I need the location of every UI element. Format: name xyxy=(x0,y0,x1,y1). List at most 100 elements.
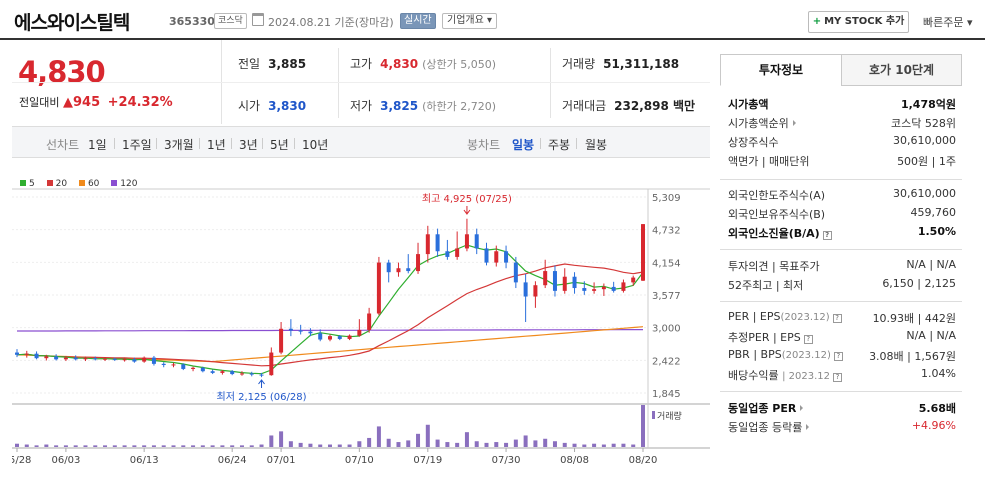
divider xyxy=(12,82,710,83)
volume-bar xyxy=(406,440,411,447)
candle-body xyxy=(552,271,557,291)
candle-body xyxy=(601,286,606,290)
candle-body xyxy=(435,234,440,252)
candle-body xyxy=(73,357,78,360)
legend-item: 120 xyxy=(111,179,137,189)
info-row-listed-shares: 상장주식수 30,610,000 xyxy=(728,134,956,152)
upper-limit: (상한가 5,050) xyxy=(422,58,496,71)
candle-monthly[interactable]: 월봉 xyxy=(585,136,607,153)
divider xyxy=(720,391,962,392)
open-value: 3,830 xyxy=(268,99,307,113)
candle-body xyxy=(464,234,469,249)
info-key-text: 추정PER | EPS xyxy=(728,331,801,344)
candle-body xyxy=(396,268,401,273)
divider xyxy=(720,301,962,302)
divider xyxy=(199,138,200,149)
period-10y[interactable]: 10년 xyxy=(302,136,328,153)
help-icon[interactable]: ? xyxy=(833,352,843,361)
volume-bar xyxy=(611,443,616,447)
y-tick-label: 3,577 xyxy=(652,291,681,302)
candle-daily[interactable]: 일봉 xyxy=(512,136,534,153)
info-key[interactable]: 시가총액순위 xyxy=(728,115,796,131)
x-tick-label: 07/19 xyxy=(413,455,442,466)
info-note: (2023.12) xyxy=(781,350,831,361)
info-key[interactable]: 동일업종 등락률 xyxy=(728,419,810,435)
volume-bar xyxy=(191,445,196,447)
stock-name: 에스와이스틸텍 xyxy=(14,12,130,34)
volume-bar xyxy=(543,438,548,447)
period-1w[interactable]: 1주일 xyxy=(122,136,152,153)
info-value: 1.04% xyxy=(921,367,956,380)
company-overview-button[interactable]: 기업개요 ▾ xyxy=(442,13,497,29)
candle-body xyxy=(631,277,636,283)
info-value: 6,150 | 2,125 xyxy=(882,277,956,290)
volume-bar xyxy=(279,431,284,447)
info-row-industry-change: 동일업종 등락률 +4.96% xyxy=(728,419,956,437)
volume-bar xyxy=(44,444,49,447)
period-5y[interactable]: 5년 xyxy=(270,136,289,153)
volume-label: 거래량 xyxy=(657,410,682,422)
candle-chart-label: 봉차트 xyxy=(467,138,501,152)
info-key: 52주최고 | 최저 xyxy=(728,279,804,292)
info-key-text: PBR | BPS xyxy=(728,348,782,361)
info-row-market-cap: 시가총액 1,478억원 xyxy=(728,96,956,114)
candle-body xyxy=(269,352,274,376)
period-1y[interactable]: 1년 xyxy=(207,136,226,153)
volume-bar xyxy=(523,435,528,447)
volume-bar xyxy=(552,441,557,447)
candle-body xyxy=(103,358,108,360)
info-row-est-per: 추정PER | EPS? N/A | N/A xyxy=(728,329,956,347)
y-tick-label: 4,732 xyxy=(652,226,681,237)
volume-bar xyxy=(357,441,362,447)
low-label: 저가 xyxy=(350,99,373,113)
legend-swatch xyxy=(46,180,53,186)
low: 저가 3,825 (하한가 2,720) xyxy=(350,97,496,114)
candle-body xyxy=(484,248,489,263)
help-icon[interactable]: ? xyxy=(822,231,832,240)
candle-body xyxy=(543,271,548,286)
open: 시가 3,830 xyxy=(238,97,306,114)
price-chart-svg[interactable]: 5,309 4,732 4,154 3,577 3,000 2,422 1,845 거래량 05… xyxy=(12,160,710,477)
my-stock-add-button[interactable]: + MY STOCK 추가 xyxy=(808,11,909,33)
volume-bar xyxy=(171,445,176,447)
info-key[interactable]: 동일업종 PER xyxy=(728,400,804,416)
low-annotation: 최저 2,125 (06/28) xyxy=(217,391,307,403)
divider xyxy=(720,249,962,250)
legend-ma60: 60 xyxy=(87,179,100,189)
realtime-button[interactable]: 실시간 xyxy=(400,13,436,29)
candle-body xyxy=(288,328,293,331)
help-icon[interactable]: ? xyxy=(832,314,842,323)
candle-body xyxy=(592,289,597,291)
candle-body xyxy=(259,374,264,376)
tab-investment-info[interactable]: 투자정보 xyxy=(720,54,842,86)
info-key-text: PER | EPS xyxy=(728,310,781,323)
period-1d[interactable]: 1일 xyxy=(88,136,107,153)
x-tick-label: 07/01 xyxy=(267,455,296,466)
info-row-pbr-bps: PBR | BPS(2023.12)? 3.08배 | 1,567원 xyxy=(728,348,956,366)
volume-bar xyxy=(601,444,606,447)
help-icon[interactable]: ? xyxy=(833,373,843,382)
help-icon[interactable]: ? xyxy=(803,335,813,344)
quick-order-button[interactable]: 빠른주문 ▾ xyxy=(923,14,973,30)
change-value: ▲945 xyxy=(62,95,101,110)
candle-weekly[interactable]: 주봉 xyxy=(548,136,570,153)
info-value: 5.68배 xyxy=(918,402,956,415)
amount-label: 거래대금 xyxy=(562,99,607,113)
volume-bar xyxy=(435,439,440,447)
x-tick-label: 07/30 xyxy=(492,455,521,466)
lower-limit: (하한가 2,720) xyxy=(422,100,496,113)
amount-value: 232,898 백만 xyxy=(614,99,696,113)
period-3m[interactable]: 3개월 xyxy=(164,136,194,153)
volume-bar xyxy=(103,445,108,447)
x-tick-label: 06/13 xyxy=(130,455,159,466)
my-stock-label: MY STOCK 추가 xyxy=(824,16,905,27)
x-tick-label: 08/08 xyxy=(560,455,589,466)
candle-body xyxy=(24,353,29,355)
legend-ma5: 5 xyxy=(29,179,35,189)
tab-orderbook-10[interactable]: 호가 10단계 xyxy=(841,54,962,86)
stock-header: 에스와이스틸텍 365330 코스닥 2024.08.21 기준(장마감) 실시… xyxy=(0,0,985,40)
candle-body xyxy=(445,251,450,257)
candle-body xyxy=(191,367,196,369)
info-row-industry-per: 동일업종 PER 5.68배 xyxy=(728,400,956,418)
period-3y[interactable]: 3년 xyxy=(239,136,258,153)
